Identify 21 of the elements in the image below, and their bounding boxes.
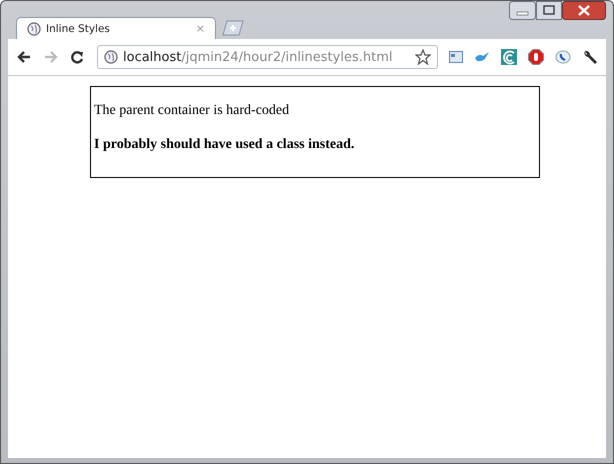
- paragraph: The parent container is hard-coded: [94, 103, 290, 119]
- back-icon[interactable]: [16, 50, 32, 64]
- maximize-icon[interactable]: [536, 1, 562, 20]
- url-text: localhost/jqmin24/hour2/inlinestyles.html: [123, 50, 394, 64]
- globe-icon: [27, 22, 41, 36]
- window-icon[interactable]: [449, 51, 463, 63]
- globe-icon: [104, 50, 118, 64]
- address-bar[interactable]: localhost/jqmin24/hour2/inlinestyles.html: [97, 45, 438, 69]
- new-tab-icon[interactable]: [220, 20, 246, 36]
- close-icon[interactable]: [562, 1, 606, 20]
- tab-title: Inline Styles: [46, 22, 111, 34]
- wave-icon[interactable]: [501, 49, 517, 65]
- star-icon[interactable]: [415, 49, 431, 65]
- browser-tab[interactable]: Inline Styles ×: [16, 17, 216, 39]
- reload-icon[interactable]: [70, 50, 84, 64]
- stop-icon[interactable]: [528, 49, 544, 65]
- bird-icon[interactable]: [474, 51, 490, 63]
- paragraph: I probably should have used a class instead.: [94, 137, 356, 153]
- phone-icon[interactable]: [555, 49, 571, 65]
- wrench-icon[interactable]: [582, 49, 598, 65]
- minimize-icon[interactable]: [509, 1, 536, 20]
